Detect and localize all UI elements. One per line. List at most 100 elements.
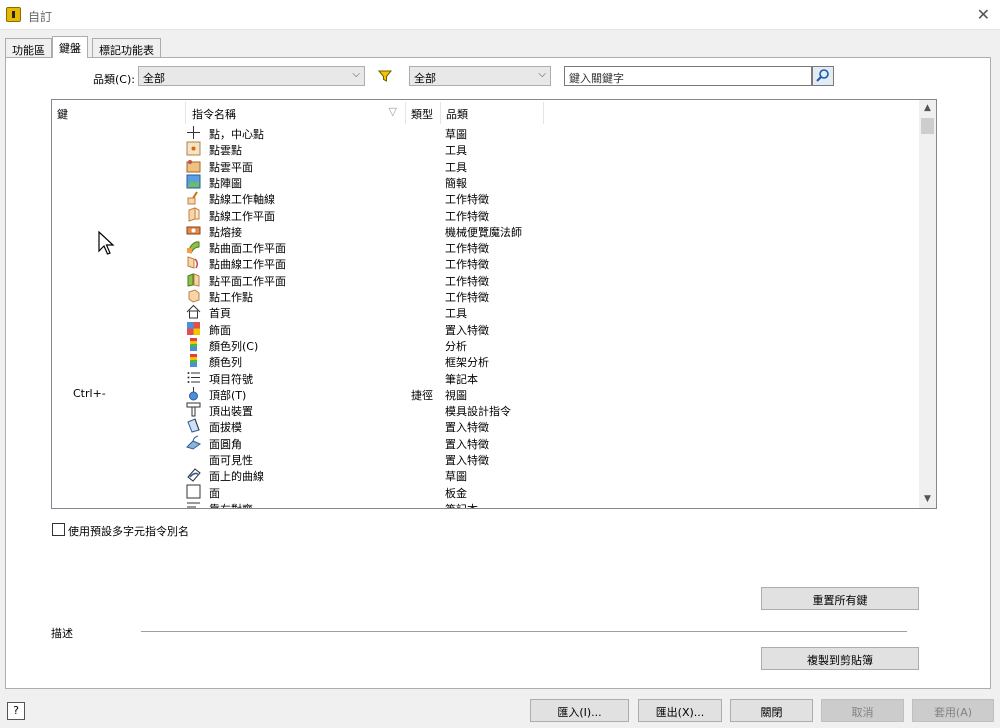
multi-char-alias-checkbox[interactable] xyxy=(52,523,65,536)
table-row[interactable]: 點陣圖 簡報 xyxy=(52,174,920,190)
table-row[interactable]: 點線工作平面 工作特徵 xyxy=(52,206,920,223)
table-row[interactable]: 點曲面工作平面 工作特徵 xyxy=(52,239,920,255)
tab-keyboard[interactable]: 鍵盤 xyxy=(52,36,88,58)
type-select[interactable]: 全部 ⌵ xyxy=(409,66,551,86)
column-header-type[interactable]: 類型 xyxy=(406,102,441,124)
table-row[interactable]: 點線工作軸線 工作特徵 xyxy=(52,190,920,206)
type-select-value: 全部 xyxy=(414,72,436,85)
row-command-name: 頂部(T) xyxy=(209,388,247,402)
face-draft-icon xyxy=(186,418,201,433)
export-button[interactable]: 匯出(X)... xyxy=(638,699,722,722)
row-command-name: 點陣圖 xyxy=(209,176,242,190)
row-command-name: 點曲線工作平面 xyxy=(209,258,286,272)
cancel-button[interactable]: 取消 xyxy=(821,699,904,722)
table-row[interactable]: 顏色列(C) 分析 xyxy=(52,337,920,353)
row-category: 置入特徵 xyxy=(445,323,489,337)
table-row[interactable]: 點雲平面 工具 xyxy=(52,158,920,174)
scroll-down-icon[interactable]: ▼ xyxy=(919,491,936,508)
row-type: 捷徑 xyxy=(411,388,433,402)
help-icon[interactable]: ? xyxy=(7,702,25,720)
table-row[interactable]: 點熔接 機械便覽魔法師 xyxy=(52,223,920,239)
row-category: 分析 xyxy=(445,339,467,353)
face-fillet-icon xyxy=(186,435,202,450)
table-row[interactable]: 面可見性 置入特徵 xyxy=(52,451,920,467)
row-category: 工作特徵 xyxy=(445,242,489,256)
sort-icon: ▽ xyxy=(388,105,397,118)
row-command-name: 點曲面工作平面 xyxy=(209,242,286,256)
close-button[interactable]: 關閉 xyxy=(730,699,813,722)
row-command-name: 首頁 xyxy=(209,307,231,321)
row-key: Ctrl+- xyxy=(73,386,106,400)
apply-button[interactable]: 套用(A) xyxy=(912,699,994,722)
multi-char-alias-label: 使用預設多字元指令別名 xyxy=(68,525,189,538)
category-select[interactable]: 全部 ⌵ xyxy=(138,66,365,86)
align-left-icon xyxy=(186,500,201,508)
row-category: 框架分析 xyxy=(445,356,489,370)
description-divider xyxy=(141,631,907,632)
row-command-name: 點雲平面 xyxy=(209,160,253,174)
table-row[interactable]: 面拔模 置入特徵 xyxy=(52,418,920,434)
search-placeholder: 鍵入關鍵字 xyxy=(569,72,624,85)
row-command-name: 點熔接 xyxy=(209,225,242,239)
row-category: 置入特徵 xyxy=(445,437,489,451)
row-command-name: 點工作點 xyxy=(209,291,253,304)
tab-ribbon[interactable]: 功能區 xyxy=(5,38,52,58)
row-command-name: 點，中心點 xyxy=(209,128,264,141)
row-command-name: 面拔模 xyxy=(209,421,242,435)
table-row[interactable]: 飾面 置入特徵 xyxy=(52,321,920,337)
table-row[interactable]: 面 板金 xyxy=(52,484,920,500)
vertical-scrollbar[interactable]: ▲ ▼ xyxy=(919,100,936,508)
table-row[interactable]: 面上的曲線 草圖 xyxy=(52,467,920,483)
column-header-name[interactable]: 指令名稱 ▽ xyxy=(187,102,406,124)
tab-marking-menu[interactable]: 標記功能表 xyxy=(92,38,161,58)
row-category: 工具 xyxy=(445,160,467,174)
row-category: 筆記本 xyxy=(445,372,478,386)
chevron-down-icon: ⌵ xyxy=(538,69,546,80)
row-category: 草圖 xyxy=(445,470,467,484)
row-command-name: 面 xyxy=(209,486,220,500)
import-button[interactable]: 匯入(I)... xyxy=(530,699,629,722)
table-row[interactable]: 面圓角 置入特徵 xyxy=(52,435,920,451)
row-command-name: 顏色列 xyxy=(209,356,242,370)
table-row[interactable]: 點，中心點 草圖 xyxy=(52,125,920,141)
row-command-name: 顏色列(C) xyxy=(209,339,259,353)
row-category: 工作特徵 xyxy=(445,193,489,207)
column-header-key[interactable]: 鍵 xyxy=(52,102,186,124)
scroll-thumb[interactable] xyxy=(921,118,934,134)
table-row[interactable]: 點工作點 工作特徵 xyxy=(52,288,920,304)
color-bar-icon xyxy=(186,353,201,368)
row-category: 視圖 xyxy=(445,388,467,402)
table-row[interactable]: 靠左對齊 筆記本 xyxy=(52,500,920,508)
row-category: 工具 xyxy=(445,307,467,321)
table-row[interactable]: 首頁 工具 xyxy=(52,304,920,320)
copy-to-clipboard-button[interactable]: 複製到剪貼簿 xyxy=(761,647,919,670)
work-point-icon xyxy=(186,288,201,303)
top-view-icon xyxy=(186,386,201,401)
window-title: 自訂 xyxy=(28,10,53,24)
table-row[interactable]: 點雲點 工具 xyxy=(52,141,920,157)
row-command-name: 飾面 xyxy=(209,323,231,337)
table-row[interactable]: 頂出裝置 模具設計指令 xyxy=(52,402,920,418)
row-command-name: 點雲點 xyxy=(209,144,242,158)
search-input[interactable]: 鍵入關鍵字 xyxy=(564,66,812,86)
filter-icon[interactable] xyxy=(377,68,393,84)
app-icon xyxy=(6,7,21,22)
table-row[interactable]: Ctrl+- 頂部(T) 捷徑 視圖 xyxy=(52,386,920,402)
search-button[interactable] xyxy=(812,66,834,86)
row-command-name: 頂出裝置 xyxy=(209,405,253,419)
column-header-category[interactable]: 品類 xyxy=(441,102,544,124)
table-row[interactable]: 項目符號 筆記本 xyxy=(52,370,920,386)
command-grid[interactable]: 鍵 指令名稱 ▽ 類型 品類 點，中心點 草圖 點雲點 工具 點雲平面 工具 點陣圖 簡報 點線… xyxy=(51,99,937,509)
table-row[interactable]: 點曲線工作平面 工作特徵 xyxy=(52,255,920,271)
search-icon xyxy=(816,69,829,82)
reset-all-keys-button[interactable]: 重置所有鍵 xyxy=(761,587,919,610)
category-select-value: 全部 xyxy=(143,72,165,85)
row-category: 機械便覽魔法師 xyxy=(445,225,522,239)
row-category: 工作特徵 xyxy=(445,274,489,288)
row-category: 模具設計指令 xyxy=(445,405,511,419)
table-row[interactable]: 點平面工作平面 工作特徵 xyxy=(52,272,920,288)
table-row[interactable]: 顏色列 框架分析 xyxy=(52,353,920,369)
close-window-icon[interactable]: ✕ xyxy=(977,5,990,24)
scroll-up-icon[interactable]: ▲ xyxy=(919,100,936,117)
row-command-name: 靠左對齊 xyxy=(209,501,253,508)
